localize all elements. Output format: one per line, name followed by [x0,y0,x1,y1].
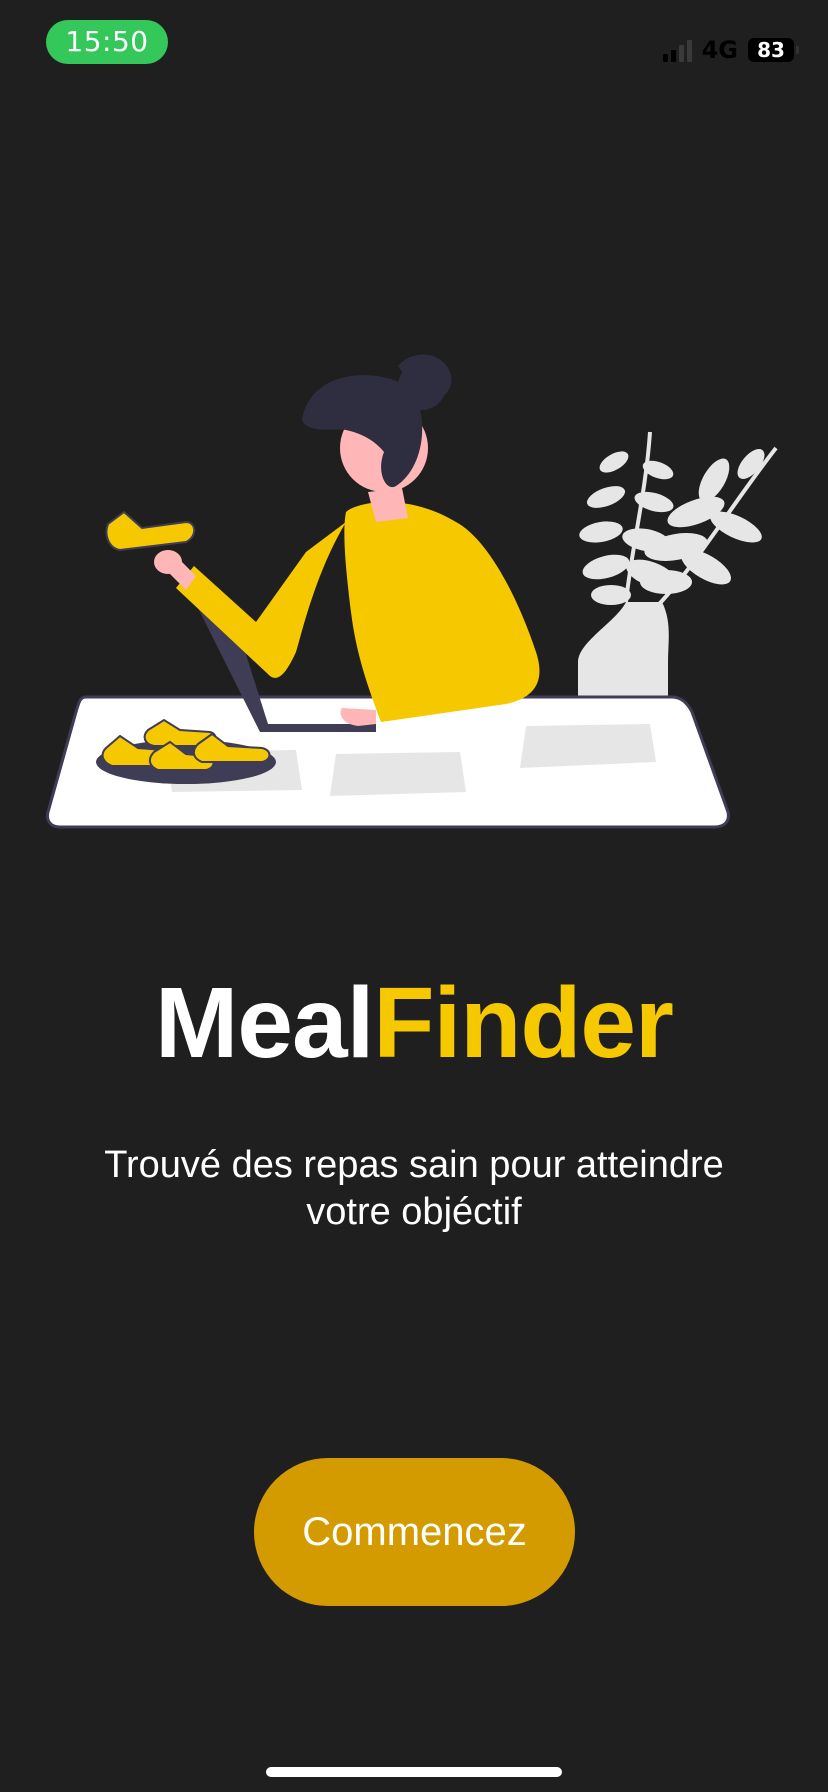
status-bar: 15:50 4G 83 [0,0,828,90]
start-button[interactable]: Commencez [254,1458,575,1606]
food-piece-icon [105,510,196,552]
battery-level: 83 [757,38,785,62]
signal-bars-icon [662,38,692,62]
home-indicator[interactable] [266,1767,562,1777]
plant-icon [579,431,778,624]
battery-icon: 83 [748,38,799,62]
woman-eating-at-desk-illustration [46,354,778,829]
tagline: Trouvé des repas sain pour atteindre vot… [104,1144,724,1233]
vase-icon [578,602,669,697]
app-title-finder: Finder [373,967,674,1079]
app-title-meal: Meal [155,967,374,1079]
app-title: MealFinder [0,968,828,1078]
status-indicators: 4G 83 [662,34,799,66]
network-type: 4G [701,36,738,64]
battery-cap [796,46,799,54]
status-time[interactable]: 15:50 [46,20,168,64]
